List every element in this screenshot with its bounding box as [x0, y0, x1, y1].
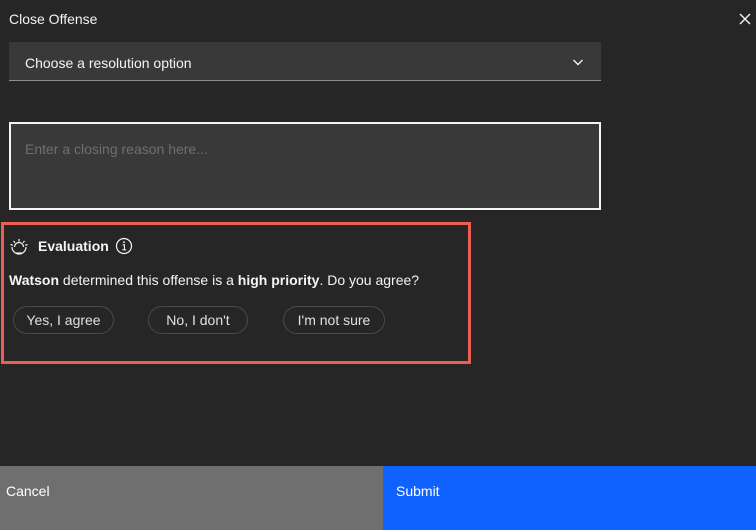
closing-reason-field[interactable] — [9, 122, 601, 210]
evaluation-subject: Watson — [9, 272, 60, 288]
info-icon[interactable] — [115, 237, 133, 255]
watson-icon — [10, 239, 28, 255]
modal-title: Close Offense — [9, 11, 98, 27]
resolution-dropdown[interactable]: Choose a resolution option — [9, 42, 601, 81]
disagree-button[interactable]: No, I don't — [148, 306, 248, 334]
resolution-dropdown-label: Choose a resolution option — [25, 55, 192, 71]
evaluation-priority: high priority — [237, 272, 320, 288]
evaluation-title: Evaluation — [38, 238, 109, 254]
evaluation-question-middle: determined this offense is a — [59, 272, 238, 288]
submit-button-label: Submit — [396, 483, 440, 499]
not-sure-button[interactable]: I'm not sure — [283, 306, 385, 334]
cancel-button-label: Cancel — [6, 483, 50, 499]
submit-button[interactable]: Submit — [383, 466, 756, 530]
agree-button[interactable]: Yes, I agree — [13, 306, 114, 334]
evaluation-question-end: . Do you agree? — [319, 272, 420, 288]
evaluation-header: Evaluation — [8, 236, 133, 256]
chevron-down-icon — [573, 59, 583, 66]
cancel-button[interactable]: Cancel — [0, 466, 383, 530]
close-icon — [739, 13, 751, 25]
close-button[interactable] — [736, 10, 754, 28]
evaluation-question: Watson determined this offense is a high… — [9, 272, 419, 288]
